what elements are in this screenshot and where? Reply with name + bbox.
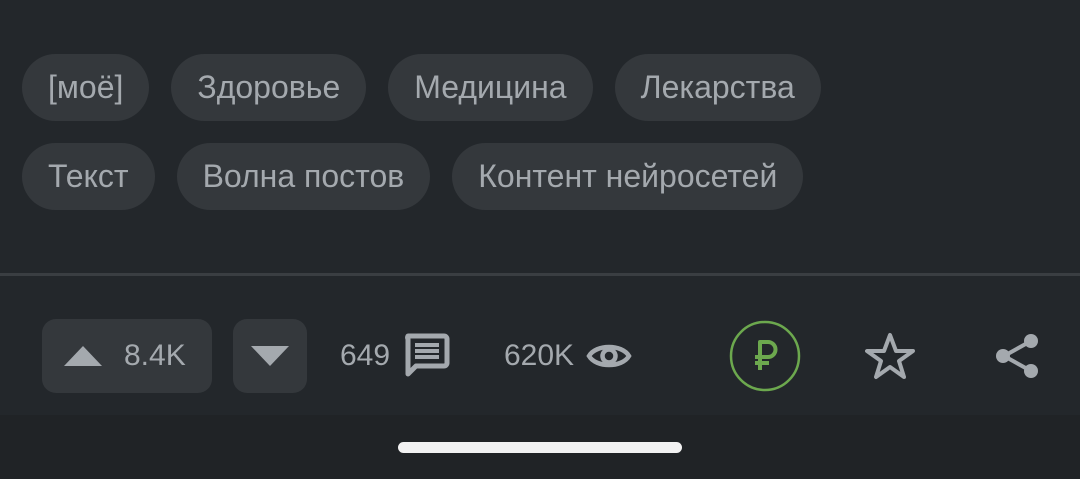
eye-icon — [586, 340, 632, 372]
triangle-up-icon — [64, 346, 102, 366]
comments-button[interactable]: 649 — [340, 319, 450, 393]
share-icon — [994, 332, 1040, 380]
views-count: 620K — [504, 339, 575, 372]
tag-ai-content[interactable]: Контент нейросетей — [452, 143, 804, 210]
donate-button[interactable] — [729, 320, 801, 392]
triangle-down-icon — [251, 346, 289, 366]
tag-text[interactable]: Текст — [22, 143, 155, 210]
tag-row-1: [моё] Здоровье Медицина Лекарства — [22, 54, 1062, 121]
tag-health[interactable]: Здоровье — [171, 54, 367, 121]
star-icon — [865, 332, 915, 380]
tag-post-wave[interactable]: Волна постов — [176, 143, 431, 210]
tag-moe[interactable]: [моё] — [22, 54, 150, 121]
share-button[interactable] — [992, 330, 1042, 382]
tag-drugs[interactable]: Лекарства — [614, 54, 821, 121]
save-button[interactable] — [862, 328, 918, 384]
views-stat: 620K — [504, 319, 632, 393]
upvote-button[interactable]: 8.4K — [42, 319, 212, 393]
tag-row-2: Текст Волна постов Контент нейросетей — [22, 143, 1062, 210]
tag-medicine[interactable]: Медицина — [388, 54, 593, 121]
tag-list: [моё] Здоровье Медицина Лекарства Текст … — [22, 54, 1062, 232]
downvote-button[interactable] — [233, 319, 307, 393]
comment-icon — [402, 333, 450, 379]
ruble-icon — [729, 320, 801, 392]
rating-value: 8.4K — [124, 339, 186, 372]
comments-count: 649 — [340, 339, 391, 372]
action-bar: 8.4K 649 620K — [0, 276, 1080, 415]
post-footer: [моё] Здоровье Медицина Лекарства Текст … — [0, 0, 1080, 415]
home-indicator[interactable] — [398, 442, 682, 453]
